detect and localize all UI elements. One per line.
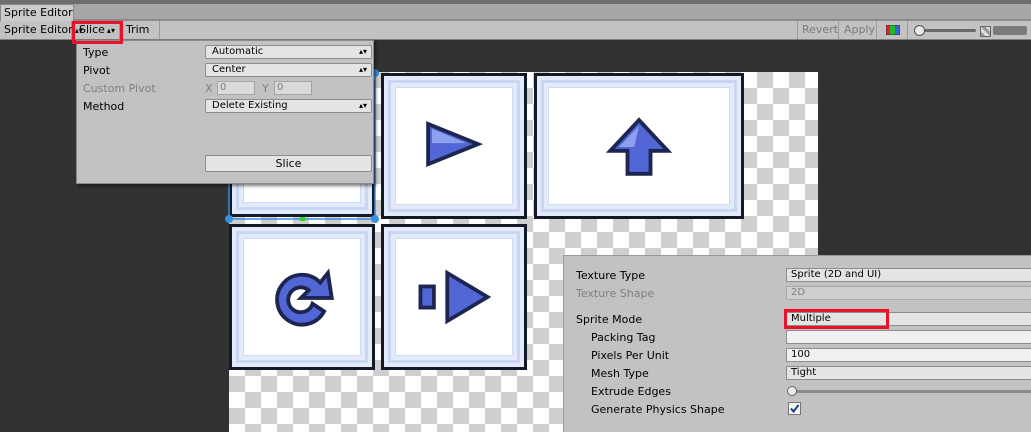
replay-icon-sprite[interactable] bbox=[229, 224, 375, 370]
revert-button[interactable]: Revert bbox=[797, 21, 839, 39]
custom-pivot-label: Custom Pivot bbox=[83, 82, 156, 95]
sprite-editor-toolbar: Sprite Editor ▴▾ Slice ▴▾ Trim Revert Appl… bbox=[0, 21, 1031, 40]
zoom-slider-thumb[interactable] bbox=[914, 25, 925, 36]
method-label: Method bbox=[83, 100, 125, 113]
trim-button[interactable]: Trim bbox=[122, 21, 160, 39]
pivot-handle[interactable] bbox=[300, 217, 305, 221]
pivot-label: Pivot bbox=[83, 64, 111, 77]
pivot-value: Center bbox=[212, 64, 246, 75]
forward-step-icon bbox=[418, 269, 492, 325]
dropdown-arrow-icon: ▴▾ bbox=[358, 101, 367, 110]
replay-icon bbox=[275, 268, 334, 327]
pixels-per-unit-field[interactable]: 100 bbox=[786, 348, 1031, 362]
extrude-slider-thumb[interactable] bbox=[787, 386, 797, 396]
pivot-dropdown[interactable]: Center ▴▾ bbox=[205, 63, 372, 77]
type-dropdown[interactable]: Automatic ▴▾ bbox=[205, 45, 372, 59]
checkmark-icon bbox=[790, 404, 800, 414]
packing-tag-label: Packing Tag bbox=[591, 331, 656, 344]
forward-step-icon-sprite[interactable] bbox=[381, 224, 527, 370]
mip-level-slider[interactable] bbox=[993, 26, 1027, 35]
extrude-edges-slider[interactable] bbox=[786, 385, 1031, 399]
pixels-per-unit-label: Pixels Per Unit bbox=[591, 349, 670, 362]
custom-pivot-x-label: X bbox=[205, 82, 213, 95]
slice-highlight-box bbox=[72, 21, 123, 44]
generate-physics-shape-label: Generate Physics Shape bbox=[591, 403, 725, 416]
color-channel-toggle[interactable] bbox=[880, 21, 908, 39]
sprite-mode-highlight-box bbox=[784, 309, 889, 329]
type-label: Type bbox=[83, 46, 109, 59]
texture-shape-dropdown: 2D bbox=[786, 286, 1031, 300]
apply-button[interactable]: Apply bbox=[840, 21, 877, 39]
texture-type-dropdown[interactable]: Sprite (2D and UI) bbox=[786, 268, 1031, 282]
rgb-channel-icon bbox=[886, 25, 900, 35]
generate-physics-shape-checkbox[interactable] bbox=[788, 402, 801, 415]
mesh-type-label: Mesh Type bbox=[591, 367, 649, 380]
sprite-editor-window-tab[interactable]: Sprite Editor bbox=[0, 4, 74, 21]
editor-mode-label: Sprite Editor bbox=[4, 23, 73, 36]
method-value: Delete Existing bbox=[212, 100, 288, 111]
extrude-slider-track bbox=[790, 390, 1031, 393]
slice-popup: Type Automatic ▴▾ Pivot Center ▴▾ Custom P… bbox=[76, 40, 374, 184]
custom-pivot-x-field[interactable]: 0 bbox=[217, 81, 255, 95]
method-dropdown[interactable]: Delete Existing ▴▾ bbox=[205, 99, 372, 113]
window-tab-bar: Sprite Editor bbox=[0, 0, 1031, 21]
zoom-slider-track bbox=[918, 29, 976, 32]
zoom-slider[interactable] bbox=[914, 21, 978, 39]
slice-button[interactable]: Slice bbox=[205, 155, 372, 172]
sprite-mode-label: Sprite Mode bbox=[576, 313, 643, 326]
extrude-edges-label: Extrude Edges bbox=[591, 385, 671, 398]
type-value: Automatic bbox=[212, 46, 264, 57]
dropdown-arrow-icon: ▴▾ bbox=[358, 47, 367, 56]
texture-inspector: Texture Type Sprite (2D and UI) Texture … bbox=[563, 255, 1031, 432]
editor-mode-dropdown[interactable]: Sprite Editor ▴▾ bbox=[0, 21, 83, 39]
texture-shape-label: Texture Shape bbox=[576, 287, 655, 300]
arrow-up-icon-sprite[interactable] bbox=[534, 73, 744, 219]
mesh-type-dropdown[interactable]: Tight bbox=[786, 366, 1031, 380]
tab-bar-top-border bbox=[0, 0, 1031, 4]
custom-pivot-y-field[interactable]: 0 bbox=[274, 81, 312, 95]
packing-tag-field[interactable] bbox=[786, 330, 1031, 344]
mip-level-icon bbox=[980, 26, 991, 37]
resize-handle[interactable] bbox=[225, 215, 233, 223]
play-icon-sprite[interactable] bbox=[381, 73, 527, 219]
arrow-up-icon bbox=[605, 117, 673, 176]
dropdown-arrow-icon: ▴▾ bbox=[358, 65, 367, 74]
resize-handle[interactable] bbox=[371, 215, 379, 223]
custom-pivot-y-label: Y bbox=[262, 82, 269, 95]
play-icon bbox=[426, 121, 484, 168]
texture-type-label: Texture Type bbox=[576, 269, 646, 282]
